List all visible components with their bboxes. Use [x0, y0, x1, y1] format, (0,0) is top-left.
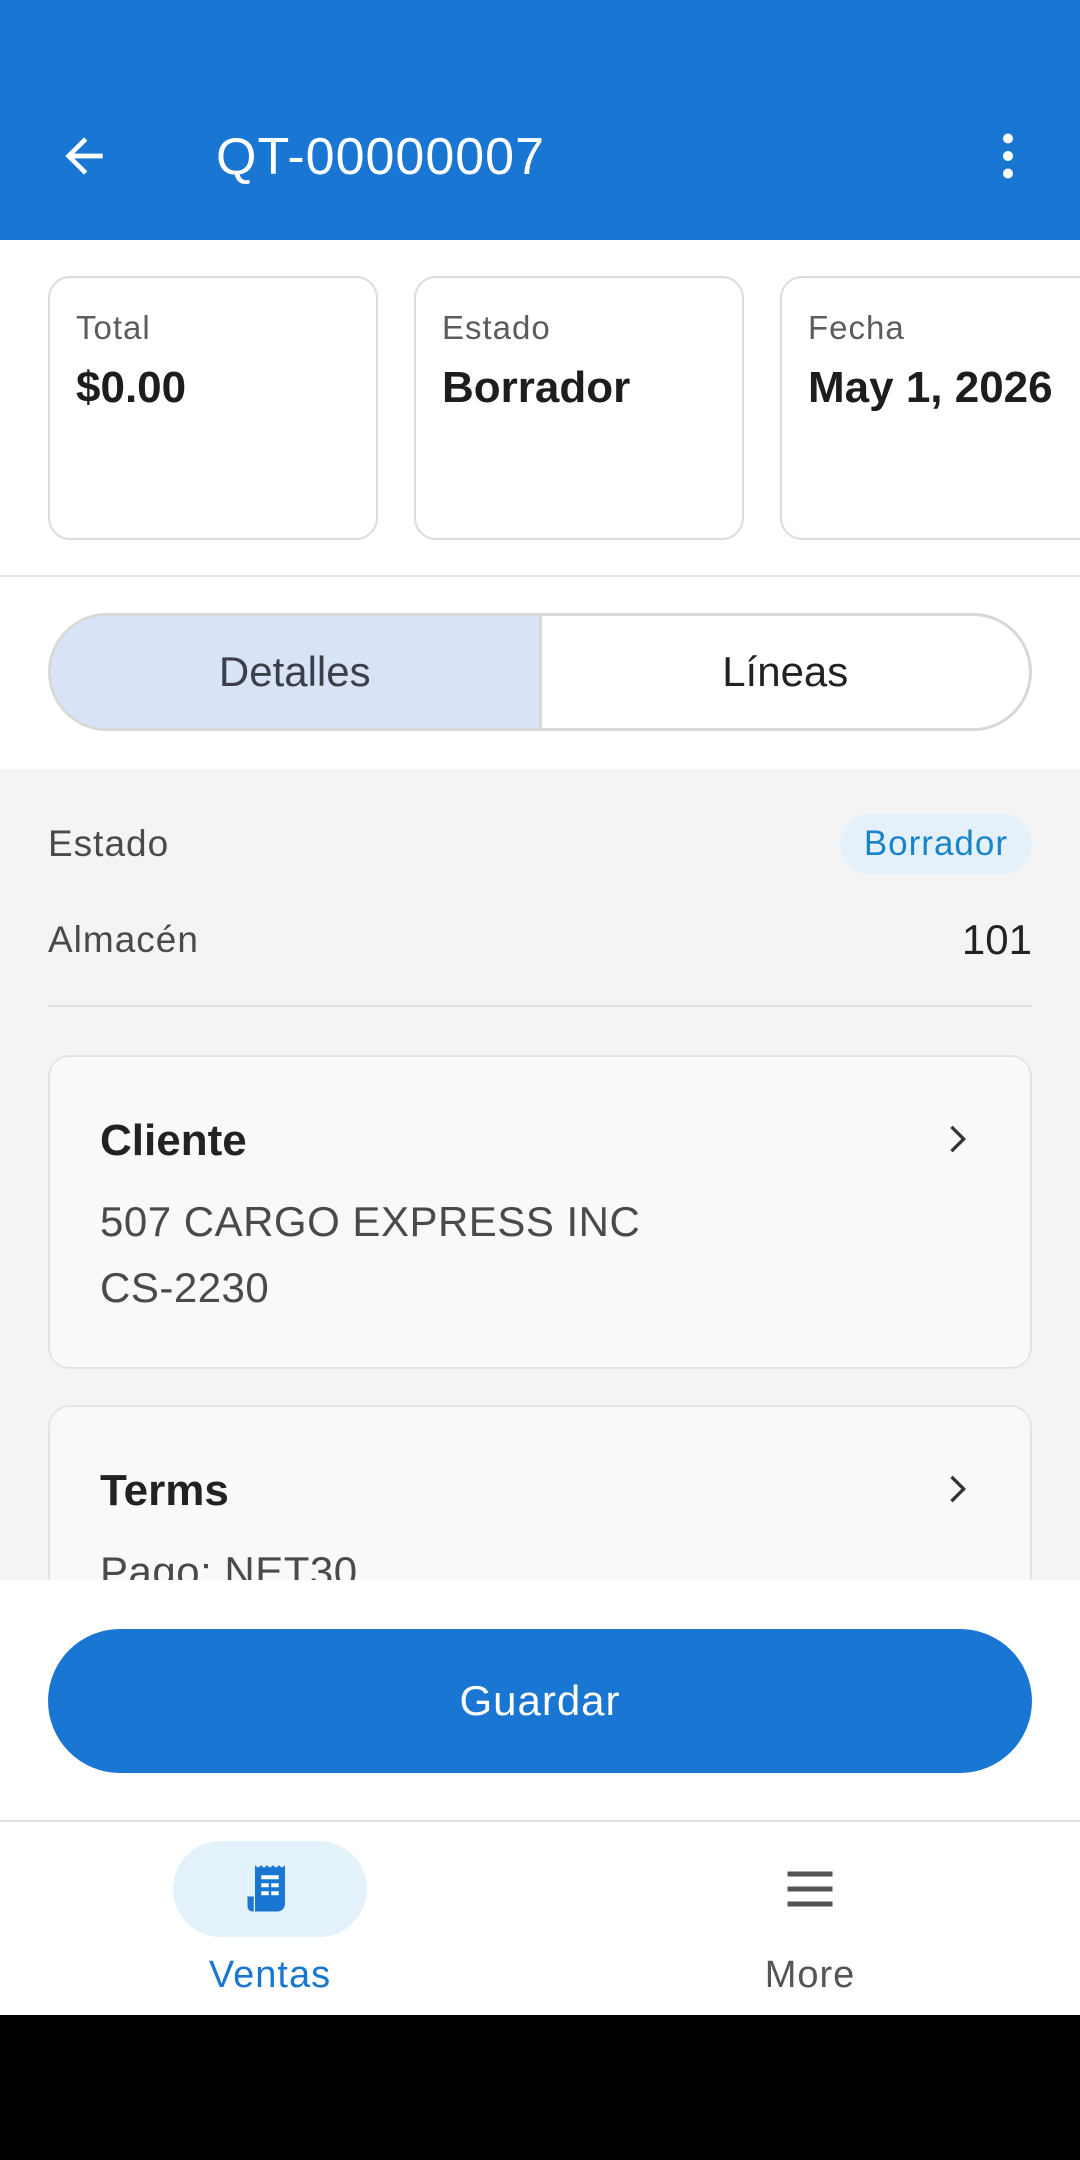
nav-indicator — [713, 1841, 907, 1937]
warehouse-label: Almacén — [48, 919, 199, 960]
status-badge: Borrador — [839, 814, 1032, 874]
nav-label-ventas: Ventas — [208, 1954, 332, 1996]
nav-item-more[interactable]: More — [540, 1822, 1080, 2015]
save-button[interactable]: Guardar — [48, 1629, 1032, 1773]
summary-value: May 1, 2026 — [808, 363, 1053, 412]
app-bar: QT-00000007 — [0, 0, 1080, 240]
summary-card-date: Fecha May 1, 2026 — [780, 276, 1080, 540]
summary-label: Fecha — [808, 309, 905, 346]
warehouse-row: Almacén 101 — [48, 905, 1032, 975]
divider — [48, 1005, 1032, 1007]
summary-label: Estado — [442, 309, 551, 346]
details-content[interactable]: Estado Borrador Almacén 101 Cliente 507 … — [0, 769, 1080, 1580]
status-row: Estado Borrador — [48, 809, 1032, 879]
customer-card-title: Cliente — [100, 1116, 247, 1165]
warehouse-value: 101 — [961, 916, 1032, 963]
summary-value: Borrador — [442, 363, 631, 412]
bottom-navigation: Ventas More — [0, 1822, 1080, 2015]
tab-switcher: Detalles Líneas — [48, 613, 1032, 731]
tab-lineas[interactable]: Líneas — [542, 616, 1030, 728]
more-vert-icon — [1003, 133, 1013, 179]
summary-cards: Total $0.00 Estado Borrador Fecha May 1,… — [0, 240, 1080, 577]
terms-card[interactable]: Terms Pago: NET30 — [48, 1405, 1032, 1580]
summary-card-total: Total $0.00 — [48, 276, 378, 540]
chevron-right-icon — [950, 1475, 966, 1503]
customer-code: CS-2230 — [100, 1264, 270, 1311]
customer-card[interactable]: Cliente 507 CARGO EXPRESS INC CS-2230 — [48, 1055, 1032, 1369]
status-label: Estado — [48, 823, 170, 864]
overflow-menu-button[interactable] — [972, 120, 1044, 192]
summary-label: Total — [76, 309, 151, 346]
payment-terms: Pago: NET30 — [100, 1548, 358, 1580]
chevron-right-icon — [950, 1125, 966, 1153]
back-button[interactable] — [48, 120, 120, 192]
summary-card-status: Estado Borrador — [414, 276, 744, 540]
tab-switcher-container: Detalles Líneas — [0, 577, 1080, 769]
tab-detalles[interactable]: Detalles — [51, 616, 542, 728]
action-bar: Guardar — [0, 1580, 1080, 1822]
nav-label-more: More — [764, 1954, 856, 1996]
menu-icon — [787, 1871, 833, 1907]
page-title: QT-00000007 — [216, 128, 546, 186]
nav-indicator — [173, 1841, 367, 1937]
nav-item-ventas[interactable]: Ventas — [0, 1822, 540, 2015]
summary-value: $0.00 — [76, 363, 187, 412]
terms-card-title: Terms — [100, 1466, 229, 1515]
receipt-icon — [247, 1865, 285, 1912]
app-screen: QT-00000007 Total $0.00 Estado Borrador … — [0, 0, 1080, 2015]
arrow-left-icon — [65, 137, 103, 175]
customer-name: 507 CARGO EXPRESS INC — [100, 1198, 641, 1245]
